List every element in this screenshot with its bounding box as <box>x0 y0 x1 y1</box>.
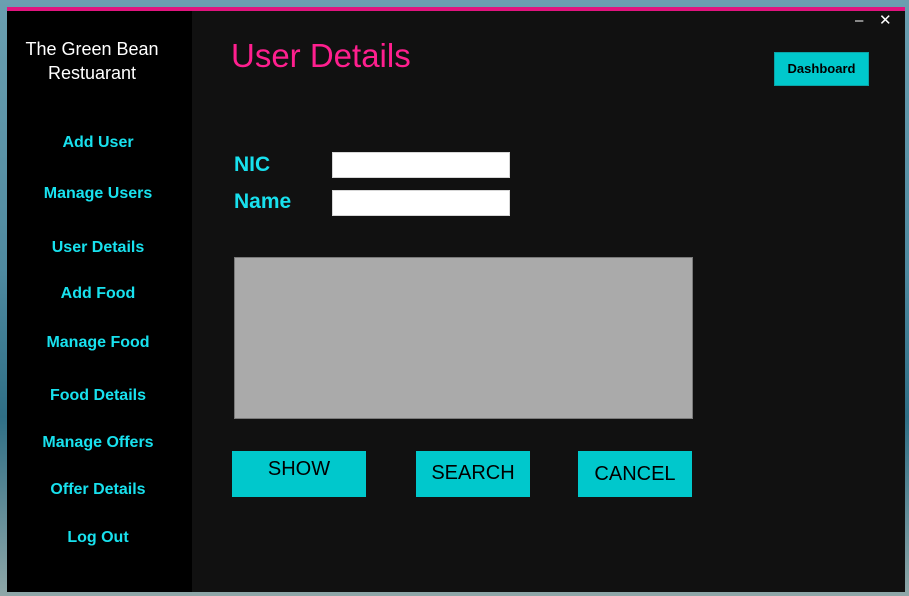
dashboard-button[interactable]: Dashboard <box>774 52 869 86</box>
user-data-grid[interactable] <box>234 257 693 419</box>
sidebar-item-log-out[interactable]: Log Out <box>7 529 189 547</box>
nic-label: NIC <box>234 153 271 176</box>
sidebar-item-add-user[interactable]: Add User <box>7 134 189 152</box>
sidebar-item-food-details[interactable]: Food Details <box>7 387 189 405</box>
page-title: User Details <box>231 37 411 74</box>
sidebar: The Green Bean Restuarant Add User Manag… <box>7 11 192 592</box>
cancel-button[interactable]: CANCEL <box>578 451 692 497</box>
sidebar-item-user-details[interactable]: User Details <box>7 239 189 257</box>
sidebar-item-manage-offers[interactable]: Manage Offers <box>7 434 189 452</box>
sidebar-item-manage-food[interactable]: Manage Food <box>7 334 189 352</box>
close-button[interactable]: ✕ <box>879 13 892 29</box>
brand-line-2: Restuarant <box>47 63 137 83</box>
sidebar-item-manage-users[interactable]: Manage Users <box>7 185 189 203</box>
brand-title: The Green Bean Restuarant <box>7 37 177 85</box>
sidebar-item-add-food[interactable]: Add Food <box>7 285 189 303</box>
nic-input[interactable] <box>332 152 510 178</box>
name-input[interactable] <box>332 190 510 216</box>
minimize-button[interactable]: – <box>855 13 863 29</box>
name-label: Name <box>234 190 292 213</box>
brand-line-1: The Green Bean <box>25 39 159 59</box>
search-button[interactable]: SEARCH <box>416 451 530 497</box>
show-button[interactable]: SHOW <box>232 451 366 497</box>
app-window: The Green Bean Restuarant Add User Manag… <box>7 7 905 592</box>
sidebar-item-offer-details[interactable]: Offer Details <box>7 481 189 499</box>
